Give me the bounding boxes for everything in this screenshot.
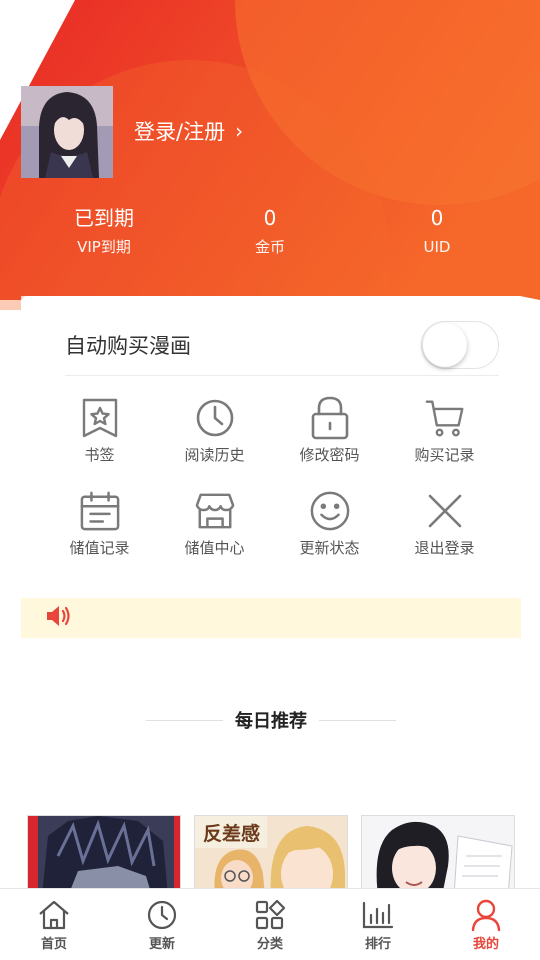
- chevron-right-icon: ›: [235, 119, 244, 143]
- menu-item-purchase-history[interactable]: 购买记录: [387, 396, 502, 465]
- category-icon: [253, 899, 287, 931]
- menu-item-change-password[interactable]: 修改密码: [272, 396, 387, 465]
- bookmark-icon: [80, 396, 120, 440]
- clock-icon: [195, 396, 235, 440]
- menu-label: 阅读历史: [184, 446, 245, 464]
- menu-label: 修改密码: [299, 446, 360, 464]
- login-register-label: 登录/注册: [134, 120, 226, 144]
- daily-recommend-heading: 每日推荐: [146, 707, 396, 733]
- lock-icon: [310, 396, 350, 440]
- notice-bar[interactable]: [21, 598, 521, 638]
- recommend-cover-3[interactable]: [361, 815, 515, 895]
- tab-label: 更新: [148, 937, 175, 952]
- profile-header: 登录/注册 › 已到期 VIP到期 0 金币 0 UID: [0, 0, 540, 310]
- tab-ranking[interactable]: 排行: [324, 889, 432, 960]
- menu-label: 更新状态: [299, 539, 360, 557]
- recommend-cover-2[interactable]: 反差感: [194, 815, 348, 895]
- ranking-icon: [361, 899, 395, 931]
- menu-label: 退出登录: [414, 539, 475, 557]
- menu-label: 书签: [84, 446, 115, 464]
- store-icon: [195, 489, 235, 533]
- stat-uid-value: 0: [430, 206, 444, 230]
- account-card: 自动购买漫画 书签 阅读历史 修改密码 购买记录 储值记录 储值中心 更新状态 …: [21, 296, 521, 598]
- tab-category[interactable]: 分类: [216, 889, 324, 960]
- menu-item-recharge-center[interactable]: 储值中心: [157, 489, 272, 558]
- stat-uid-label: UID: [423, 238, 451, 256]
- tab-label: 我的: [472, 937, 499, 952]
- tab-home[interactable]: 首页: [0, 889, 108, 960]
- menu-label: 储值记录: [69, 539, 130, 557]
- stat-vip: 已到期 VIP到期: [34, 204, 174, 258]
- user-icon: [469, 899, 503, 931]
- smile-icon: [310, 489, 350, 533]
- svg-text:反差感: 反差感: [203, 822, 260, 845]
- toggle-knob: [423, 322, 467, 367]
- home-icon: [37, 899, 71, 931]
- tab-mine[interactable]: 我的: [432, 889, 540, 960]
- stat-coins: 0 金币: [200, 204, 340, 258]
- stat-uid: 0 UID: [367, 204, 507, 258]
- clock-icon: [145, 899, 179, 931]
- auto-buy-label: 自动购买漫画: [65, 333, 191, 358]
- bottom-tab-bar: 首页 更新 分类 排行 我的: [0, 888, 540, 960]
- menu-item-recharge-history[interactable]: 储值记录: [42, 489, 157, 558]
- menu-label: 购买记录: [414, 446, 475, 464]
- close-icon: [425, 489, 465, 533]
- tab-updates[interactable]: 更新: [108, 889, 216, 960]
- menu-label: 储值中心: [184, 539, 245, 557]
- auto-buy-toggle[interactable]: [421, 320, 499, 369]
- stat-vip-label: VIP到期: [77, 238, 131, 256]
- cart-icon: [425, 396, 465, 440]
- recommend-cover-1[interactable]: [27, 815, 181, 895]
- menu-item-history[interactable]: 阅读历史: [157, 396, 272, 465]
- login-register-link[interactable]: 登录/注册 ›: [134, 116, 243, 146]
- avatar[interactable]: [21, 86, 113, 178]
- stat-vip-value: 已到期: [74, 206, 134, 230]
- speaker-icon: [45, 604, 73, 632]
- section-title: 每日推荐: [223, 707, 319, 733]
- menu-item-bookmark[interactable]: 书签: [42, 396, 157, 465]
- menu-grid: 书签 阅读历史 修改密码 购买记录 储值记录 储值中心 更新状态 退出登录: [42, 396, 502, 558]
- tab-label: 排行: [364, 937, 391, 952]
- tab-label: 首页: [40, 937, 67, 952]
- menu-item-update-status[interactable]: 更新状态: [272, 489, 387, 558]
- stat-coins-label: 金币: [254, 238, 285, 256]
- tab-label: 分类: [256, 937, 283, 952]
- calendar-icon: [80, 489, 120, 533]
- stat-coins-value: 0: [263, 206, 277, 230]
- auto-buy-row: 自动购买漫画: [65, 314, 499, 376]
- menu-item-logout[interactable]: 退出登录: [387, 489, 502, 558]
